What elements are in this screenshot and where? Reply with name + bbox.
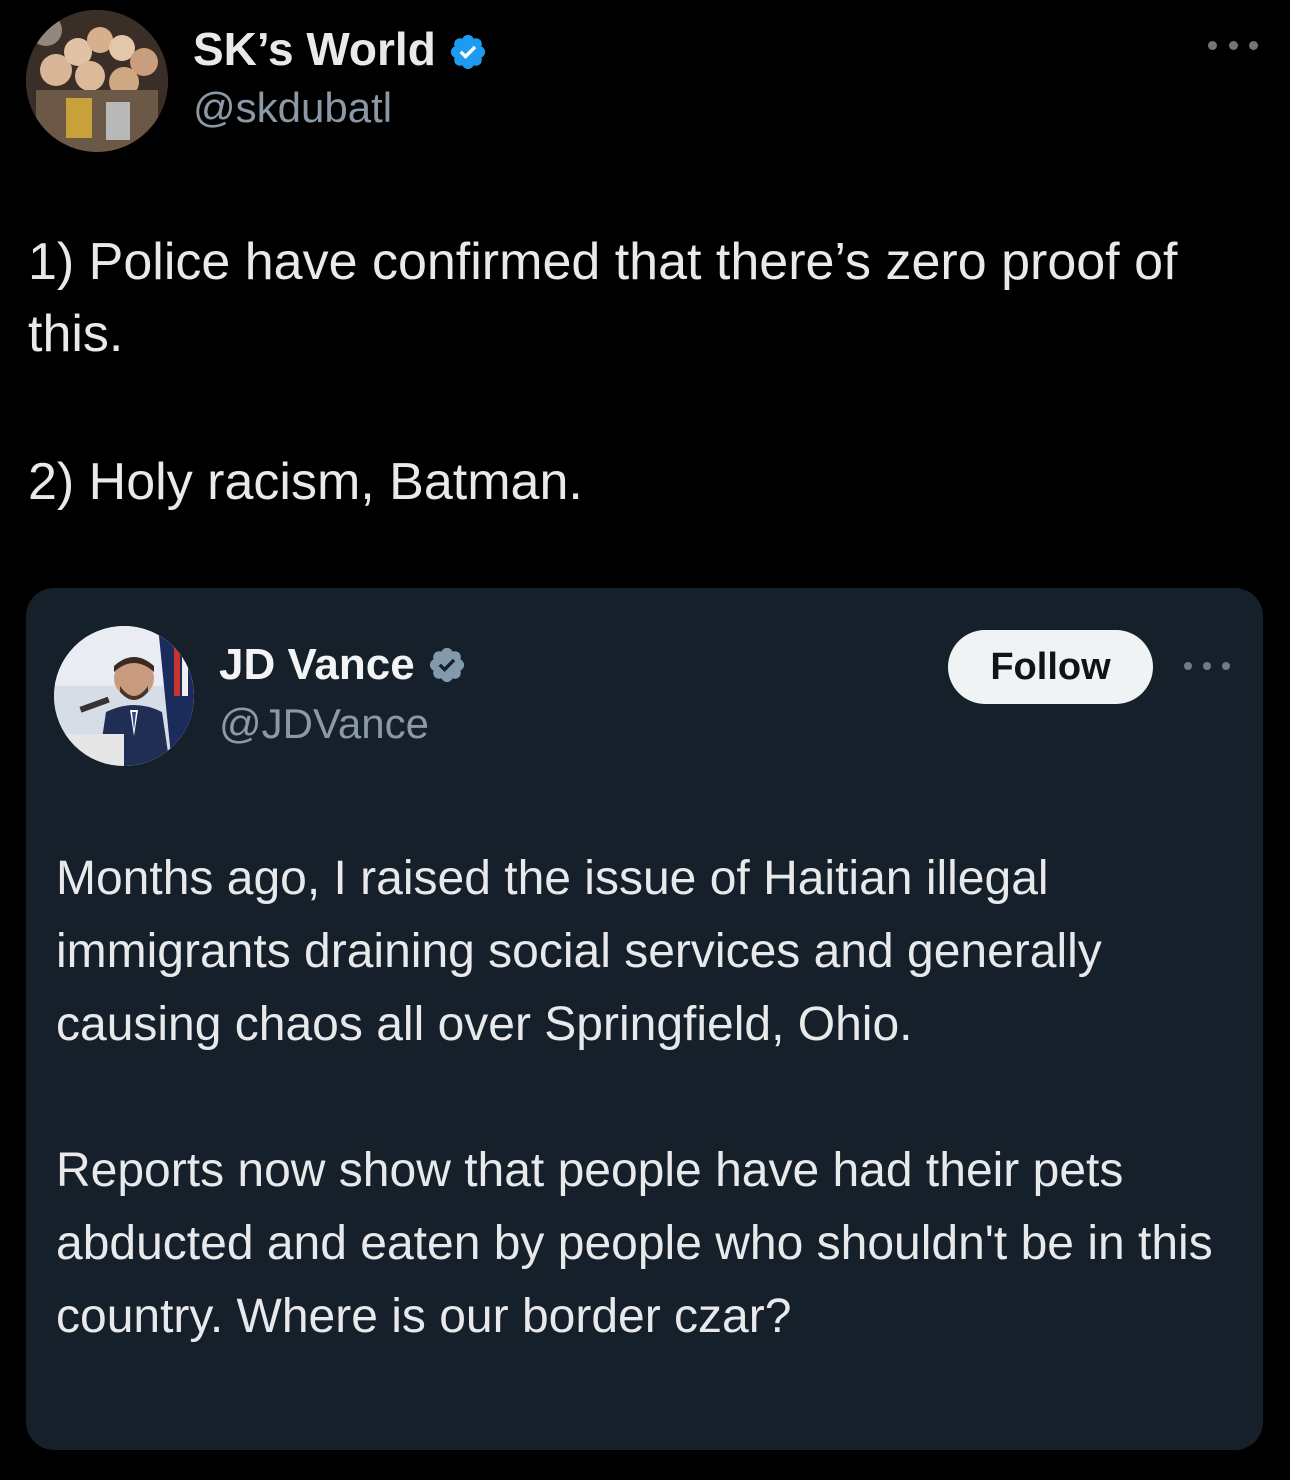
author-display-name[interactable]: SK’s World: [193, 22, 488, 76]
author-avatar-image: [26, 10, 168, 152]
more-dot: [1249, 40, 1258, 50]
quoted-tweet-card[interactable]: JD Vance @JDVance Follow Months ago, I r…: [26, 588, 1263, 1450]
tweet-body-line: 2) Holy racism, Batman.: [28, 453, 583, 511]
author-handle[interactable]: @skdubatl: [193, 84, 392, 132]
quoted-author-display-name[interactable]: JD Vance: [219, 640, 467, 690]
quoted-author-handle[interactable]: @JDVance: [219, 700, 429, 748]
author-avatar[interactable]: [26, 10, 168, 152]
verified-badge-icon: [448, 29, 488, 70]
follow-button[interactable]: Follow: [948, 630, 1153, 704]
tweet: SK’s World @skdubatl 1) Police have conf…: [0, 0, 1290, 1480]
quoted-tweet-body: Months ago, I raised the issue of Haitia…: [56, 842, 1236, 1353]
author-name-text: SK’s World: [193, 23, 436, 75]
more-dot: [1184, 662, 1192, 670]
more-dot: [1228, 40, 1238, 50]
verified-badge-gray-icon: [427, 645, 467, 685]
tweet-body: 1) Police have confirmed that there’s ze…: [28, 226, 1258, 518]
more-options-icon[interactable]: [1184, 658, 1230, 674]
tweet-body-line: 1) Police have confirmed that there’s ze…: [28, 233, 1178, 363]
quoted-tweet-paragraph: Months ago, I raised the issue of Haitia…: [56, 852, 1102, 1051]
more-dot: [1203, 662, 1211, 670]
quoted-author-avatar-image: [54, 626, 194, 766]
more-dot: [1208, 40, 1217, 50]
quoted-tweet-paragraph: Reports now show that people have had th…: [56, 1144, 1213, 1343]
more-dot: [1222, 662, 1230, 670]
more-options-icon[interactable]: [1208, 30, 1258, 60]
quoted-author-avatar[interactable]: [54, 626, 194, 766]
quoted-author-name-text: JD Vance: [219, 640, 415, 689]
